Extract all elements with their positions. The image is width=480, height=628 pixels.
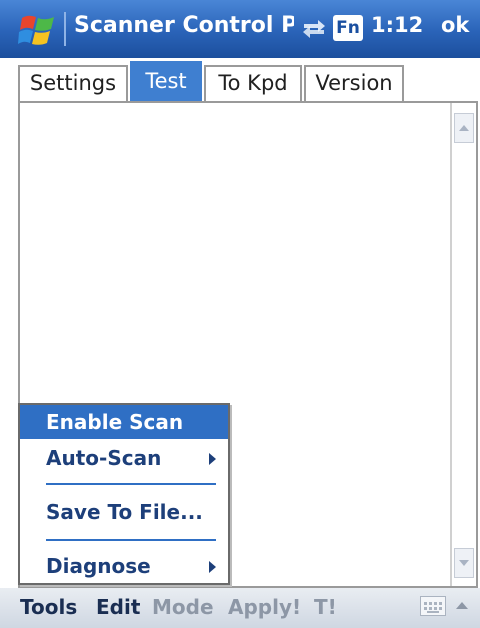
menu-item-enable-scan[interactable]: Enable Scan <box>20 405 228 439</box>
vertical-scrollbar[interactable] <box>450 103 476 586</box>
menubar-mode[interactable]: Mode <box>152 595 214 619</box>
submenu-arrow-icon <box>209 453 216 465</box>
submenu-arrow-icon <box>209 561 216 573</box>
input-panel-arrow-icon[interactable] <box>456 602 468 609</box>
menu-bar: Tools Edit Mode Apply! T! <box>0 588 480 628</box>
menu-item-diagnose[interactable]: Diagnose <box>20 549 228 583</box>
menu-item-save-to-file[interactable]: Save To File... <box>20 495 228 529</box>
menu-item-label: Auto-Scan <box>46 446 162 470</box>
tab-test[interactable]: Test <box>130 61 202 101</box>
app-title: Scanner Control Pa <box>74 13 294 38</box>
arrow-up-icon <box>459 125 469 131</box>
fn-key-indicator: Fn <box>333 15 363 41</box>
tab-to-kpd[interactable]: To Kpd <box>204 65 302 101</box>
menubar-tools[interactable]: Tools <box>20 595 77 619</box>
keyboard-icon[interactable] <box>420 596 446 616</box>
tab-version[interactable]: Version <box>304 65 404 101</box>
menu-item-label: Save To File... <box>46 500 203 524</box>
title-separator <box>64 12 66 46</box>
menu-item-label: Enable Scan <box>46 410 184 434</box>
tools-menu: Enable Scan Auto-Scan Save To File... Di… <box>18 403 230 585</box>
windows-start-icon[interactable] <box>18 12 58 48</box>
scroll-down-button[interactable] <box>454 548 474 578</box>
connectivity-icon[interactable] <box>300 15 328 43</box>
menubar-t[interactable]: T! <box>314 595 337 619</box>
tab-settings[interactable]: Settings <box>18 65 128 101</box>
arrow-down-icon <box>459 560 469 566</box>
menu-item-auto-scan[interactable]: Auto-Scan <box>20 441 228 475</box>
title-bar: Scanner Control Pa Fn 1:12 ok <box>0 0 480 58</box>
clock[interactable]: 1:12 <box>371 13 423 37</box>
keyboard-keys-icon <box>424 602 442 613</box>
ok-button[interactable]: ok <box>441 13 469 37</box>
scroll-up-button[interactable] <box>454 113 474 143</box>
menu-separator <box>46 539 216 541</box>
menubar-edit[interactable]: Edit <box>96 595 140 619</box>
menu-separator <box>46 483 216 485</box>
menubar-apply[interactable]: Apply! <box>228 595 301 619</box>
menu-item-label: Diagnose <box>46 554 151 578</box>
